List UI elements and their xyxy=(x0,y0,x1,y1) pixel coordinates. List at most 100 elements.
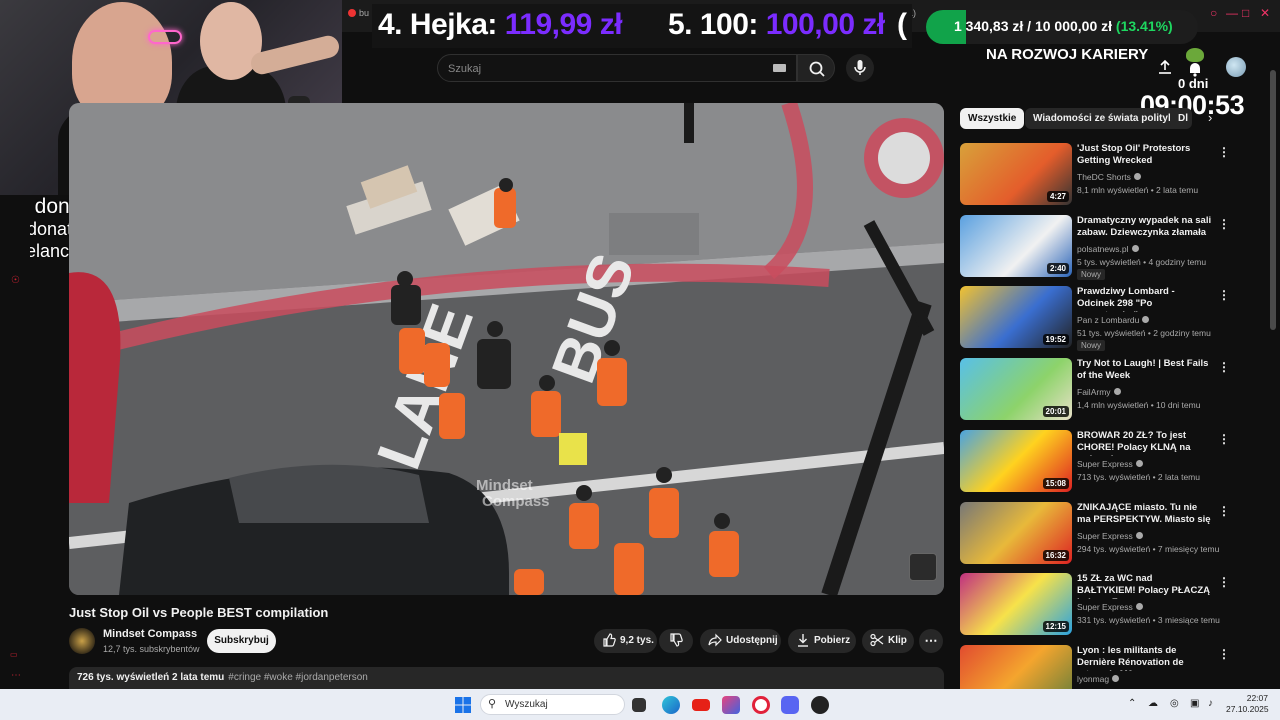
recommended-title[interactable]: 15 ZŁ za WC nad BAŁTYKIEM! Polacy PŁACZĄ… xyxy=(1077,573,1212,599)
overlay-title: NA ROZWOJ KARIERY xyxy=(986,46,1149,63)
browser-tab[interactable]: bu xyxy=(348,8,369,18)
monitor-icon[interactable]: ▣ xyxy=(1190,698,1199,709)
recommended-video[interactable]: 19:52 Prawdziwy Lombard - Odcinek 298 "Po… xyxy=(960,286,1260,352)
recommended-video[interactable]: 2:40 Dramatyczny wypadek na sali zabaw. D… xyxy=(960,214,1260,280)
microphone-icon xyxy=(854,60,866,75)
recommended-title[interactable]: BROWAR 20 ZŁ? To jest CHORE! Polacy KLNĄ… xyxy=(1077,430,1212,456)
dislike-button[interactable] xyxy=(659,629,693,653)
chip-politics-news[interactable]: Wiadomości ze świata polityki xyxy=(1025,108,1185,129)
more-icon[interactable]: ⋯ xyxy=(11,670,21,681)
scrollbar[interactable] xyxy=(1270,70,1276,330)
recommended-channel[interactable]: Super Express xyxy=(1077,459,1143,469)
close-button[interactable]: ✕ xyxy=(1260,6,1270,20)
recommended-video[interactable]: 4:27 'Just Stop Oil' Protestors Getting W… xyxy=(960,143,1260,207)
goal-cut: ( xyxy=(897,8,907,41)
left-rail: ☉ ▭ ⋯ xyxy=(0,195,30,685)
verified-icon xyxy=(1112,674,1120,682)
goal-4: 4. Hejka: 119,99 zł xyxy=(378,8,623,41)
maximize-button[interactable]: □ xyxy=(1242,6,1249,20)
recommended-video[interactable]: 20:01 Try Not to Laugh! | Best Fails of t… xyxy=(960,358,1260,422)
subscribe-button[interactable]: Subskrybuj xyxy=(207,629,276,653)
channel-name[interactable]: Mindset Compass xyxy=(103,628,197,640)
video-thumbnail[interactable]: 4:27 xyxy=(960,143,1072,205)
more-vertical-icon[interactable]: ⋮ xyxy=(1218,288,1230,302)
extension-icon[interactable]: ▭ xyxy=(10,650,18,659)
windows-start-icon[interactable] xyxy=(455,697,471,713)
more-vertical-icon[interactable]: ⋮ xyxy=(1218,145,1230,159)
more-vertical-icon[interactable]: ⋮ xyxy=(1218,432,1230,446)
video-thumbnail[interactable]: 12:15 xyxy=(960,573,1072,636)
search-button[interactable] xyxy=(797,54,835,82)
recommended-title[interactable]: Try Not to Laugh! | Best Fails of the We… xyxy=(1077,358,1212,382)
recommended-meta: 51 tys. wyświetleń • 2 godziny temu xyxy=(1077,328,1211,339)
discord-icon[interactable] xyxy=(781,696,799,714)
settings-icon[interactable]: ☉ xyxy=(11,275,20,286)
chips-next-icon[interactable]: › xyxy=(1208,110,1212,125)
chevron-up-icon[interactable]: ⌃ xyxy=(1128,698,1136,709)
description-box[interactable]: 726 tys. wyświetleń 2 lata temu #cringe #… xyxy=(69,667,944,689)
window-minimize-button[interactable]: — xyxy=(1226,6,1238,20)
upload-icon[interactable] xyxy=(1156,58,1174,76)
youtube-app-icon[interactable] xyxy=(692,699,710,711)
task-view-icon[interactable] xyxy=(632,698,646,712)
recommended-channel[interactable]: Pan z Lombardu xyxy=(1077,315,1150,325)
recommended-channel[interactable]: FailArmy xyxy=(1077,387,1121,397)
chip-all[interactable]: Wszystkie xyxy=(960,108,1025,129)
subscriber-count: 12,7 tys. subskrybentów xyxy=(103,644,200,654)
recommended-video[interactable]: 16:32 ZNIKAJĄCE miasto. Tu nie ma PERSPEK… xyxy=(960,501,1260,566)
money-goal-text: 1 340,83 zł / 10 000,00 zł (13.41%) xyxy=(954,18,1173,34)
video-thumbnail[interactable]: 2:40 xyxy=(960,214,1072,277)
recommended-channel[interactable]: Super Express xyxy=(1077,602,1143,612)
bell-icon[interactable] xyxy=(1186,60,1204,78)
recommended-video[interactable]: 15:08 BROWAR 20 ZŁ? To jest CHORE! Polacy… xyxy=(960,429,1260,494)
clip-button[interactable]: Klip xyxy=(862,629,914,653)
download-button[interactable]: Pobierz xyxy=(788,629,856,653)
recommended-channel[interactable]: Super Express xyxy=(1077,531,1143,541)
recommended-title[interactable]: ZNIKAJĄCE miasto. Tu nie ma PERSPEKTYW. … xyxy=(1077,502,1212,528)
speaker-icon[interactable]: ♪ xyxy=(1208,698,1213,709)
more-vertical-icon[interactable]: ⋮ xyxy=(1218,504,1230,518)
microphone-tray-icon[interactable]: ◎ xyxy=(1170,698,1179,709)
more-vertical-icon[interactable]: ⋮ xyxy=(1218,575,1230,589)
app-icon[interactable] xyxy=(811,696,829,714)
edge-icon[interactable] xyxy=(662,696,680,714)
verified-icon xyxy=(1142,316,1150,324)
video-thumbnail[interactable]: 15:08 xyxy=(960,429,1072,492)
recommended-title[interactable]: Lyon : les militants de Dernière Rénovat… xyxy=(1077,645,1212,671)
snipping-tool-icon[interactable] xyxy=(722,696,740,714)
more-vertical-icon[interactable]: ⋮ xyxy=(1218,360,1230,374)
recommended-channel[interactable]: TheDC Shorts xyxy=(1077,172,1141,182)
recommended-title[interactable]: Prawdziwy Lombard - Odcinek 298 "Po gang… xyxy=(1077,286,1212,312)
recommended-title[interactable]: Dramatyczny wypadek na sali zabaw. Dziew… xyxy=(1077,215,1212,241)
more-vertical-icon[interactable]: ⋮ xyxy=(1218,217,1230,231)
recommended-channel[interactable]: lyonmag xyxy=(1077,674,1120,684)
like-button[interactable]: 9,2 tys. xyxy=(594,629,657,653)
more-vertical-icon[interactable]: ⋮ xyxy=(1218,647,1230,661)
new-badge: Nowy xyxy=(1077,340,1106,352)
account-avatar[interactable] xyxy=(1226,57,1246,77)
channel-avatar[interactable] xyxy=(69,628,95,654)
recommended-meta: 8,1 mln wyświetleń • 2 lata temu xyxy=(1077,185,1199,195)
video-thumbnail[interactable]: 20:01 xyxy=(960,358,1072,421)
video-thumbnail[interactable]: 16:32 xyxy=(960,501,1072,564)
more-actions-button[interactable]: ⋯ xyxy=(919,629,943,653)
channel-watermark-logo[interactable] xyxy=(909,553,937,581)
recommended-title[interactable]: 'Just Stop Oil' Protestors Getting Wreck… xyxy=(1077,143,1212,167)
recommended-channel[interactable]: polsatnews.pl xyxy=(1077,244,1139,254)
opera-icon[interactable] xyxy=(752,696,770,714)
recommended-video[interactable]: 12:15 15 ZŁ za WC nad BAŁTYKIEM! Polacy P… xyxy=(960,573,1260,637)
goal-5: 5. 100: 100,00 zł xyxy=(668,8,885,41)
minimize-button[interactable]: ○ xyxy=(1210,6,1217,20)
share-button[interactable]: Udostępnij xyxy=(700,629,781,653)
verified-icon xyxy=(1135,531,1143,539)
cloud-icon[interactable]: ☁ xyxy=(1148,698,1158,709)
search-input[interactable] xyxy=(448,60,748,78)
chip-more[interactable]: Dl xyxy=(1170,108,1192,129)
clock[interactable]: 22:07 27.10.2025 xyxy=(1226,693,1269,715)
search-icon xyxy=(809,61,825,77)
video-thumbnail[interactable]: 19:52 xyxy=(960,286,1072,349)
taskbar-search[interactable]: ⚲ Wyszukaj xyxy=(480,694,625,715)
video-player[interactable]: LANE BUS Mindset Compass xyxy=(69,103,944,595)
keyboard-icon[interactable] xyxy=(773,64,786,72)
voice-search-button[interactable] xyxy=(846,54,874,82)
